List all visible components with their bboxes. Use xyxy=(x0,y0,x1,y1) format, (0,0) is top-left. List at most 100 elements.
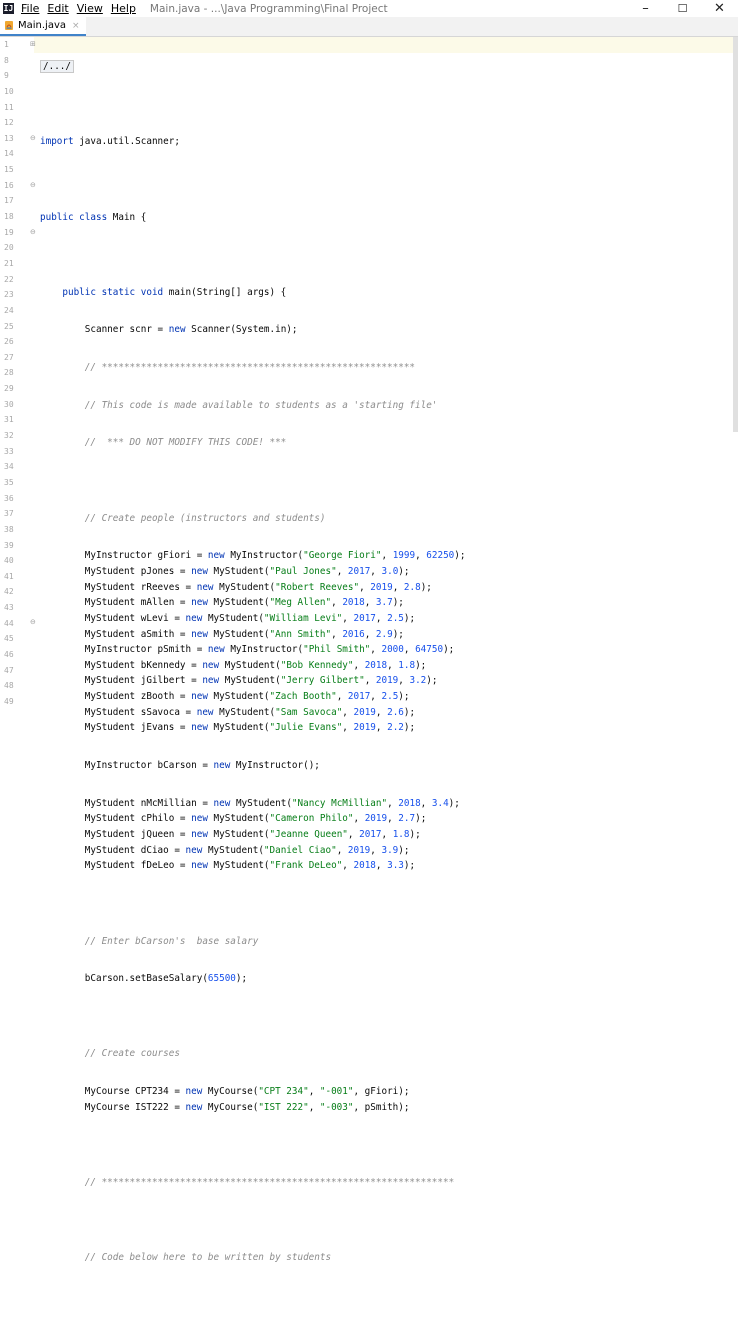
line-number: 22 xyxy=(4,274,14,284)
code-line-14: Scanner scnr = new Scanner(System.in); xyxy=(84,324,298,336)
line-number: 26 xyxy=(4,337,14,347)
line-number: 49 xyxy=(4,696,14,706)
code-line-declaration: MyStudent cPhilo = new MyStudent("Camero… xyxy=(84,813,427,825)
code-line-course: MyCourse CPT234 = new MyCourse("CPT 234"… xyxy=(84,1086,410,1098)
fold-marker-icon[interactable]: ⊖ xyxy=(30,228,36,236)
code-line-declaration: MyStudent jQueen = new MyStudent("Jeanne… xyxy=(84,828,421,840)
vertical-scrollbar[interactable] xyxy=(733,37,738,432)
code-line-declaration: MyStudent zBooth = new MyStudent("Zach B… xyxy=(84,691,410,703)
line-number: 11 xyxy=(4,102,14,112)
line-numbers: 1 8 9 10 11 12 13 14 15 16 17 18 19 20 21 22 23 24 25 26 27 2… xyxy=(0,37,22,710)
folded-region[interactable]: /.../ xyxy=(40,60,74,73)
line-number: 41 xyxy=(4,571,14,581)
title-bar: IJ File Edit View Help Main.java - ...\J… xyxy=(0,0,738,17)
tab-label: Main.java xyxy=(18,20,67,31)
line-number: 44 xyxy=(4,618,14,628)
code-line-9: import java.util.Scanner; xyxy=(40,136,180,148)
gutter: 1 8 9 10 11 12 13 14 15 16 17 18 19 20 21 22 23 24 25 26 27 2… xyxy=(0,37,36,706)
fold-marker-icon[interactable]: ⊖ xyxy=(30,134,36,142)
menu-view[interactable]: View xyxy=(77,2,103,15)
code-line-42: // Create courses xyxy=(84,1048,180,1060)
line-number: 46 xyxy=(4,649,14,659)
code-line-declaration: MyStudent rReeves = new MyStudent("Rober… xyxy=(84,581,432,593)
menu-help[interactable]: Help xyxy=(111,2,136,15)
code-line-19: // Create people (instructors and studen… xyxy=(84,512,326,524)
line-number: 40 xyxy=(4,556,14,566)
line-number: 33 xyxy=(4,446,14,456)
code-line-13: public static void main(String[] args) { xyxy=(62,286,287,298)
line-number: 1 xyxy=(4,40,9,49)
code-line-declaration: MyStudent wLevi = new MyStudent("William… xyxy=(84,612,416,624)
intellij-app-icon: IJ xyxy=(3,3,14,14)
window-controls: – ☐ ✕ xyxy=(627,0,738,17)
line-number: 28 xyxy=(4,368,14,378)
fold-marker-icon[interactable]: ⊞ xyxy=(30,40,36,48)
code-line-declaration: MyStudent fDeLeo = new MyStudent("Frank … xyxy=(84,860,416,872)
line-number: 20 xyxy=(4,243,14,253)
code-area[interactable]: /.../ import java.util.Scanner; public c… xyxy=(40,37,465,1326)
line-number: 25 xyxy=(4,321,14,331)
code-line-declaration: MyStudent dCiao = new MyStudent("Daniel … xyxy=(84,844,410,856)
code-line-39: // Enter bCarson's base salary xyxy=(84,935,259,947)
line-number: 16 xyxy=(4,180,14,190)
line-number: 35 xyxy=(4,477,14,487)
line-number: 38 xyxy=(4,524,14,534)
line-number: 42 xyxy=(4,587,14,597)
line-number: 39 xyxy=(4,540,14,550)
maximize-button[interactable]: ☐ xyxy=(664,0,701,17)
line-number: 21 xyxy=(4,258,14,268)
code-line-46: // *************************************… xyxy=(84,1176,455,1188)
line-number: 9 xyxy=(4,71,9,81)
code-line-declaration: MyStudent jEvans = new MyStudent("Julie … xyxy=(84,722,416,734)
code-line-17: // *** DO NOT MODIFY THIS CODE! *** xyxy=(84,437,287,449)
line-number: 24 xyxy=(4,305,14,315)
code-line-declaration: MyInstructor gFiori = new MyInstructor("… xyxy=(84,550,466,562)
line-number: 23 xyxy=(4,290,14,300)
menu-edit[interactable]: Edit xyxy=(47,2,68,15)
code-line-40: bCarson.setBaseSalary(65500); xyxy=(84,973,248,985)
line-number: 12 xyxy=(4,118,14,128)
close-window-button[interactable]: ✕ xyxy=(701,0,738,17)
line-number: 13 xyxy=(4,133,14,143)
line-number: 18 xyxy=(4,212,14,222)
line-number: 19 xyxy=(4,227,14,237)
code-line-declaration: MyStudent mAllen = new MyStudent("Meg Al… xyxy=(84,597,404,609)
line-number: 27 xyxy=(4,352,14,362)
fold-marker-icon[interactable]: ⊖ xyxy=(30,618,36,626)
code-line-11: public class Main { xyxy=(40,211,147,223)
code-line-course: MyCourse IST222 = new MyCourse("IST 222"… xyxy=(84,1101,410,1113)
line-number: 15 xyxy=(4,165,14,175)
code-line-32: MyInstructor bCarson = new MyInstructor(… xyxy=(84,760,320,772)
menu-file[interactable]: File xyxy=(21,2,39,15)
code-editor[interactable]: 1 8 9 10 11 12 13 14 15 16 17 18 19 20 21 22 23 24 25 26 27 2… xyxy=(0,37,738,1263)
code-line-16: // This code is made available to studen… xyxy=(84,399,438,411)
fold-marker-icon[interactable]: ⊖ xyxy=(30,181,36,189)
code-line-declaration: MyStudent pJones = new MyStudent("Paul J… xyxy=(84,565,410,577)
line-number: 17 xyxy=(4,196,14,206)
line-number: 45 xyxy=(4,634,14,644)
code-line-declaration: MyStudent jGilbert = new MyStudent("Jerr… xyxy=(84,675,438,687)
line-number: 14 xyxy=(4,149,14,159)
line-number: 29 xyxy=(4,384,14,394)
tab-main-java[interactable]: Main.java × xyxy=(0,17,86,36)
code-line-15: // *************************************… xyxy=(84,362,416,374)
line-number: 8 xyxy=(4,55,9,65)
editor-tab-bar: Main.java × xyxy=(0,17,738,37)
line-number: 37 xyxy=(4,509,14,519)
line-number: 48 xyxy=(4,681,14,691)
window-title: Main.java - ...\Java Programming\Final P… xyxy=(149,2,388,15)
code-line-1: /.../ xyxy=(40,59,465,75)
java-file-icon xyxy=(4,20,15,31)
minimize-button[interactable]: – xyxy=(627,0,664,17)
tab-close-icon[interactable]: × xyxy=(72,21,80,31)
code-line-declaration: MyStudent sSavoca = new MyStudent("Sam S… xyxy=(84,706,416,718)
line-number: 30 xyxy=(4,399,14,409)
